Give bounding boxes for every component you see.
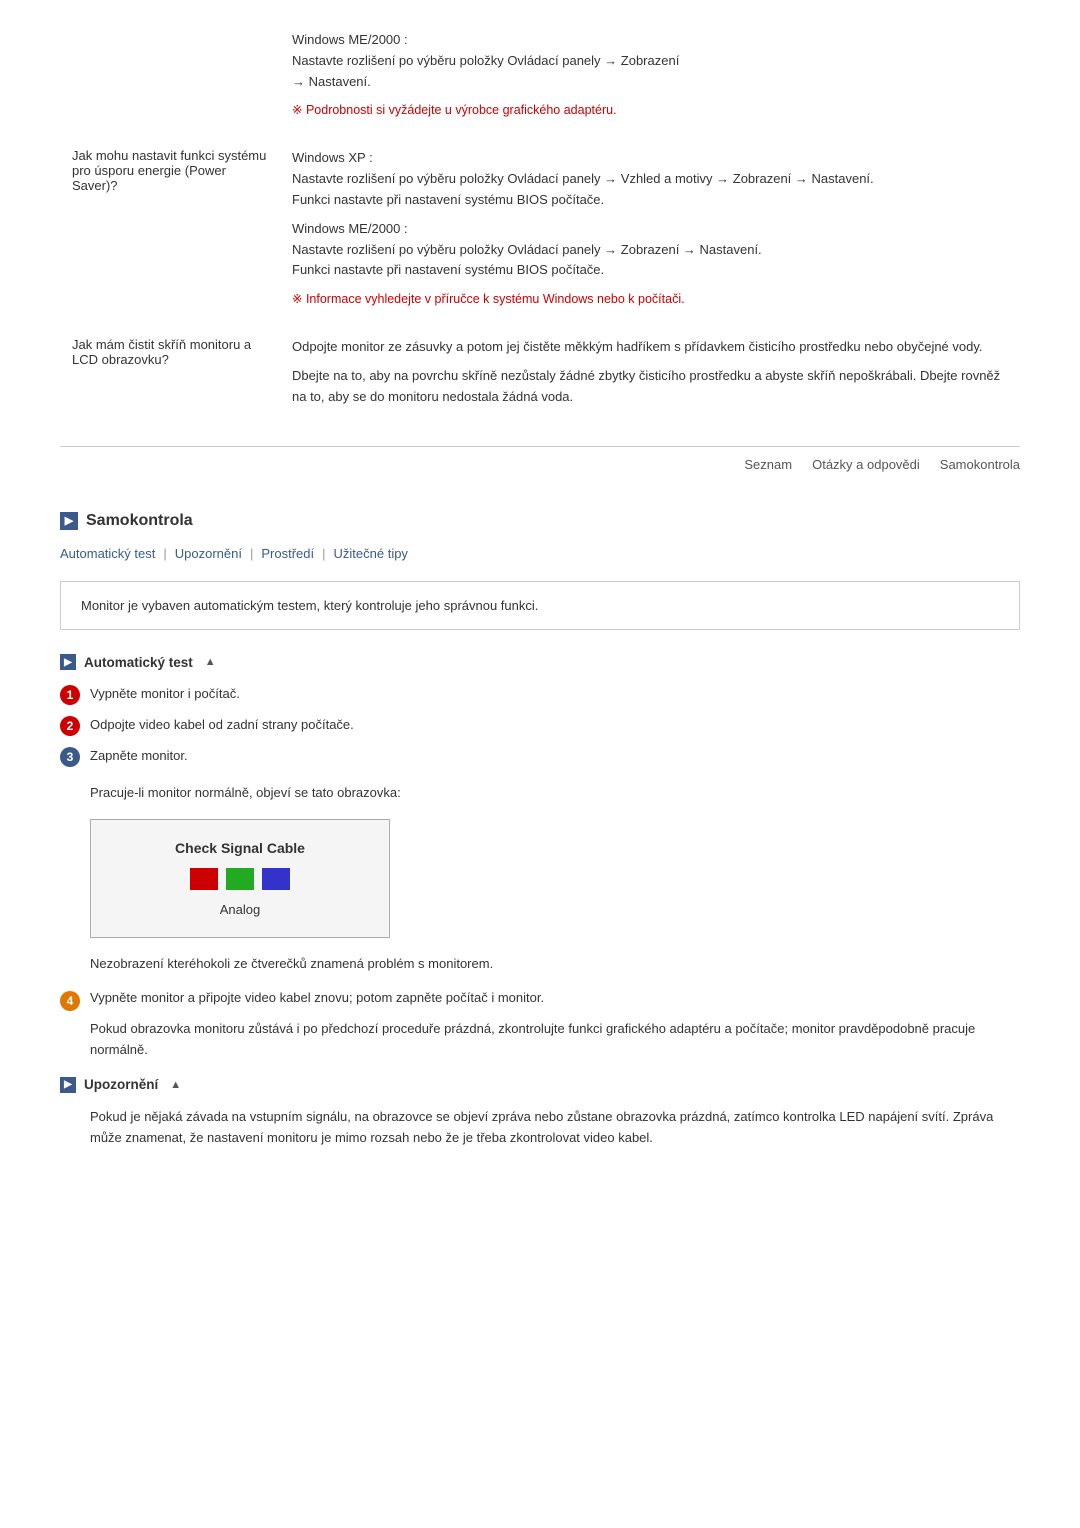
faq-answer-clean: Odpojte monitor ze zásuvky a potom jej č… — [280, 327, 1020, 425]
auto-test-header: ▶ Automatický test ▲ — [60, 654, 1020, 670]
faq-question-powersaver: Jak mohu nastavit funkci systému pro úsp… — [60, 138, 280, 327]
faq-question-empty — [60, 20, 280, 138]
step-1-text: Vypněte monitor i počítač. — [90, 684, 240, 704]
faq-table: Windows ME/2000 : Nastavte rozlišení po … — [60, 20, 1020, 426]
step-num-2: 2 — [60, 716, 80, 736]
faq-clean-text2: Dbejte na to, aby na povrchu skříně nezů… — [292, 366, 1008, 408]
sep-1: | — [163, 546, 166, 561]
color-green — [226, 868, 254, 890]
bottom-nav: Seznam Otázky a odpovědi Samokontrola — [60, 446, 1020, 482]
step-num-4: 4 — [60, 991, 80, 1011]
faq-powersaver-winme: Windows ME/2000 : Nastavte rozlišení po … — [292, 219, 1008, 281]
faq-row-powersaver: Jak mohu nastavit funkci systému pro úsp… — [60, 138, 1020, 327]
faq-powersaver-winxp: Windows XP : Nastavte rozlišení po výběr… — [292, 148, 1008, 210]
step3-sub-text: Pracuje-li monitor normálně, objeví se t… — [90, 783, 1020, 803]
samokontrola-header: ▶ Samokontrola — [60, 512, 1020, 530]
auto-test-arrow: ▲ — [205, 656, 216, 668]
step-num-1: 1 — [60, 685, 80, 705]
upozorneni-text: Pokud je nějaká závada na vstupním signá… — [90, 1107, 1020, 1149]
upozorneni-icon: ▶ — [60, 1077, 76, 1093]
page-wrapper: Windows ME/2000 : Nastavte rozlišení po … — [0, 0, 1080, 1169]
step-1: 1 Vypněte monitor i počítač. — [60, 684, 1020, 705]
signal-colors — [111, 868, 369, 890]
tab-prostredi[interactable]: Prostředí — [261, 546, 314, 561]
color-red — [190, 868, 218, 890]
note-after-box: Nezobrazení kteréhokoli ze čtverečků zna… — [90, 954, 1020, 975]
nav-samokontrola[interactable]: Samokontrola — [940, 457, 1020, 472]
upozorneni-arrow: ▲ — [170, 1079, 181, 1091]
faq-answer-top: Windows ME/2000 : Nastavte rozlišení po … — [280, 20, 1020, 138]
faq-question-clean: Jak mám čistit skříň monitoru a LCD obra… — [60, 327, 280, 425]
step-num-3: 3 — [60, 747, 80, 767]
step-2: 2 Odpojte video kabel od zadní strany po… — [60, 715, 1020, 736]
tab-auto-test[interactable]: Automatický test — [60, 546, 155, 561]
signal-label: Analog — [111, 902, 369, 917]
faq-clean-text1: Odpojte monitor ze zásuvky a potom jej č… — [292, 337, 1008, 358]
samokontrola-icon: ▶ — [60, 512, 78, 530]
step-4-text: Vypněte monitor a připojte video kabel z… — [90, 990, 544, 1005]
upozorneni-title: Upozornění — [84, 1077, 158, 1092]
nav-otazky[interactable]: Otázky a odpovědi — [812, 457, 920, 472]
signal-box-title: Check Signal Cable — [111, 840, 369, 856]
tab-uzitecne[interactable]: Užitečné tipy — [334, 546, 408, 561]
step-3-text: Zapněte monitor. — [90, 746, 188, 766]
faq-answer-text-1: Windows ME/2000 : Nastavte rozlišení po … — [292, 30, 1008, 92]
faq-row-clean: Jak mám čistit skříň monitoru a LCD obra… — [60, 327, 1020, 425]
sep-2: | — [250, 546, 253, 561]
info-box: Monitor je vybaven automatickým testem, … — [60, 581, 1020, 631]
color-blue — [262, 868, 290, 890]
auto-test-title: Automatický test — [84, 655, 193, 670]
step4-sub-text: Pokud obrazovka monitoru zůstává i po př… — [90, 1019, 1020, 1061]
samokontrola-title: Samokontrola — [86, 512, 193, 530]
faq-answer-powersaver: Windows XP : Nastavte rozlišení po výběr… — [280, 138, 1020, 327]
step-2-text: Odpojte video kabel od zadní strany počí… — [90, 715, 354, 735]
tab-upozorneni[interactable]: Upozornění — [175, 546, 242, 561]
tab-nav: Automatický test | Upozornění | Prostřed… — [60, 546, 1020, 561]
upozorneni-header: ▶ Upozornění ▲ — [60, 1077, 1020, 1093]
info-box-text: Monitor je vybaven automatickým testem, … — [81, 598, 538, 613]
sep-3: | — [322, 546, 325, 561]
signal-box-wrapper: Check Signal Cable Analog — [90, 819, 1020, 938]
step-3: 3 Zapněte monitor. — [60, 746, 1020, 767]
faq-powersaver-note[interactable]: Informace vyhledejte v příručce k systém… — [292, 289, 1008, 309]
steps-list: 1 Vypněte monitor i počítač. 2 Odpojte v… — [60, 684, 1020, 767]
signal-box: Check Signal Cable Analog — [90, 819, 390, 938]
faq-note-link-1[interactable]: Podrobnosti si vyžádejte u výrobce grafi… — [292, 100, 1008, 120]
faq-row-top: Windows ME/2000 : Nastavte rozlišení po … — [60, 20, 1020, 138]
step4-block: 4 Vypněte monitor a připojte video kabel… — [60, 990, 1020, 1061]
auto-test-icon: ▶ — [60, 654, 76, 670]
upozorneni-section: ▶ Upozornění ▲ Pokud je nějaká závada na… — [60, 1077, 1020, 1149]
nav-seznam[interactable]: Seznam — [744, 457, 792, 472]
